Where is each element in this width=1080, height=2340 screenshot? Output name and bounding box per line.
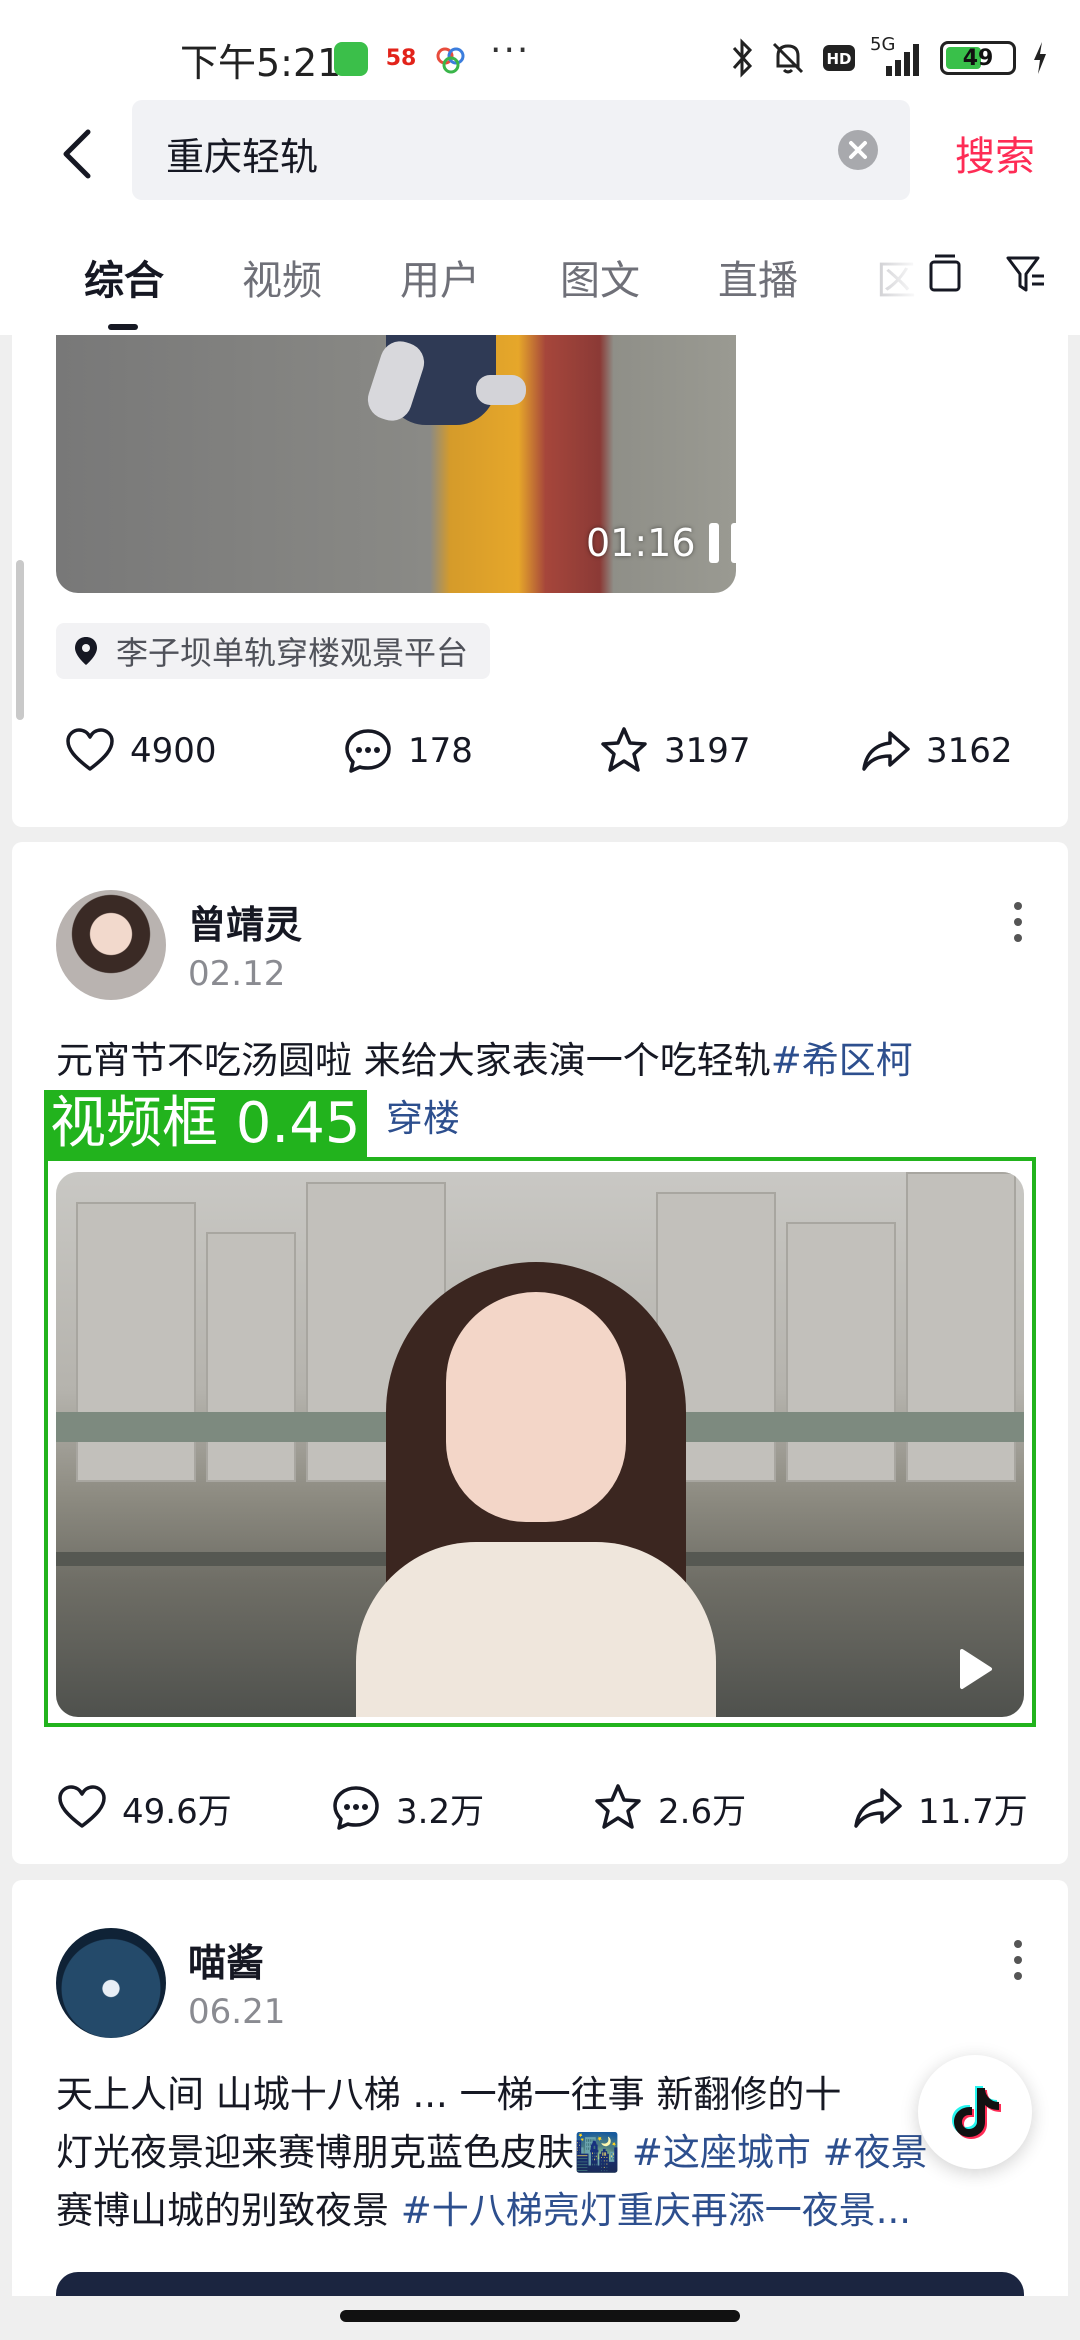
post-card-3: 喵酱 06.21 天上人间 山城十八梯 ... 一梯一往事 新翻修的十 灯光夜景…: [12, 1880, 1068, 2302]
post-date: 06.21: [188, 1992, 286, 2032]
heart-icon: [66, 728, 114, 771]
scroll-indicator[interactable]: [16, 560, 24, 720]
favorite-count: 3197: [664, 731, 751, 771]
search-button[interactable]: 搜索: [955, 124, 1035, 182]
star-icon: [595, 1784, 641, 1829]
hashtag[interactable]: #这座城市: [620, 2131, 811, 2174]
clear-icon[interactable]: [838, 130, 878, 170]
app-58-icon: 58: [384, 42, 418, 76]
post-card-1: 01:16 李子坝单轨穿楼观景平台 4900 178 3197 3162: [12, 335, 1068, 827]
search-input[interactable]: 重庆轻轨: [132, 100, 910, 200]
status-bar: 下午5:21 58 ··· HD 5G 49: [0, 0, 1080, 100]
wechat-app-icon: [334, 42, 368, 76]
comment-icon: [345, 729, 391, 773]
post-description: 天上人间 山城十八梯 ... 一梯一往事 新翻修的十 灯光夜景迎来赛博朋克蓝色皮…: [56, 2073, 928, 2232]
author-name[interactable]: 喵酱: [188, 1932, 264, 1987]
tab-live[interactable]: 直播: [718, 248, 798, 306]
more-notifications-icon: ···: [490, 30, 531, 71]
detection-box-overlay: [44, 1157, 1036, 1727]
filter-icon[interactable]: [1004, 252, 1048, 296]
svg-text:HD: HD: [826, 50, 851, 68]
post-actions: 4900 178 3197 3162: [12, 721, 1068, 781]
back-icon[interactable]: [50, 124, 110, 184]
post-actions: 49.6万 3.2万 2.6万 11.7万: [12, 1778, 1068, 1838]
battery-indicator: 49: [940, 41, 1016, 75]
search-header: 重庆轻轨 搜索: [0, 100, 1080, 220]
hashtag[interactable]: #十八梯亮灯重庆再添一夜景...: [401, 2189, 911, 2232]
share-icon: [862, 731, 910, 771]
tab-all[interactable]: 综合: [84, 248, 164, 306]
pause-icon[interactable]: [701, 519, 736, 567]
tab-active-indicator: [108, 324, 138, 330]
avatar[interactable]: [56, 890, 166, 1000]
comment-button[interactable]: 3.2万: [330, 1778, 484, 1838]
favorite-count: 2.6万: [658, 1791, 747, 1832]
hashtag[interactable]: #夜景: [811, 2131, 928, 2174]
location-label: 李子坝单轨穿楼观景平台: [116, 634, 469, 672]
comment-icon: [333, 1786, 379, 1830]
avatar[interactable]: [56, 1928, 166, 2038]
more-icon[interactable]: [1012, 1938, 1024, 1982]
comment-count: 3.2万: [396, 1791, 485, 1832]
tiktok-icon: [952, 2086, 1001, 2139]
comment-button[interactable]: 178: [342, 721, 473, 781]
status-time: 下午5:21: [180, 41, 342, 85]
like-button[interactable]: 49.6万: [56, 1778, 232, 1838]
like-count: 49.6万: [122, 1791, 232, 1832]
signal-icon: 5G: [870, 34, 926, 78]
share-button[interactable]: 3162: [860, 721, 1013, 781]
home-indicator[interactable]: [340, 2310, 740, 2322]
charging-icon: [1034, 42, 1046, 74]
like-count: 4900: [130, 731, 217, 771]
location-pin-icon: [75, 637, 97, 665]
location-tag[interactable]: 李子坝单轨穿楼观景平台: [56, 623, 491, 679]
search-tabs: 综合 视频 用户 图文 直播 区: [0, 220, 1080, 335]
mute-bell-icon: [772, 42, 804, 74]
share-icon: [854, 1788, 902, 1828]
hd-icon: HD: [823, 45, 855, 71]
tab-image-text[interactable]: 图文: [560, 248, 640, 306]
more-icon[interactable]: [1012, 900, 1024, 944]
video-player[interactable]: 01:16: [56, 335, 736, 593]
author-name[interactable]: 曾靖灵: [188, 894, 302, 949]
comment-count: 178: [408, 731, 473, 771]
baidu-app-icon: [434, 42, 468, 76]
favorite-button[interactable]: 2.6万: [592, 1778, 746, 1838]
status-right: HD 5G 49: [730, 34, 1050, 78]
layout-icon[interactable]: [925, 252, 965, 296]
detection-label: 视频框 0.45: [44, 1090, 367, 1158]
video-duration: 01:16: [586, 521, 696, 565]
like-button[interactable]: 4900: [64, 721, 217, 781]
post-date: 02.12: [188, 954, 286, 994]
share-count: 3162: [926, 731, 1013, 771]
tab-video[interactable]: 视频: [242, 248, 322, 306]
share-count: 11.7万: [918, 1791, 1028, 1832]
search-query: 重庆轻轨: [166, 135, 319, 179]
favorite-button[interactable]: 3197: [598, 721, 751, 781]
star-icon: [601, 727, 647, 772]
hashtag[interactable]: 穿楼: [386, 1097, 460, 1140]
tiktok-floating-button[interactable]: [918, 2055, 1032, 2169]
hashtag[interactable]: #希区柯: [771, 1039, 913, 1082]
share-button[interactable]: 11.7万: [852, 1778, 1028, 1838]
tab-users[interactable]: 用户: [400, 248, 480, 306]
bluetooth-icon: [732, 38, 753, 78]
heart-icon: [58, 1785, 106, 1828]
